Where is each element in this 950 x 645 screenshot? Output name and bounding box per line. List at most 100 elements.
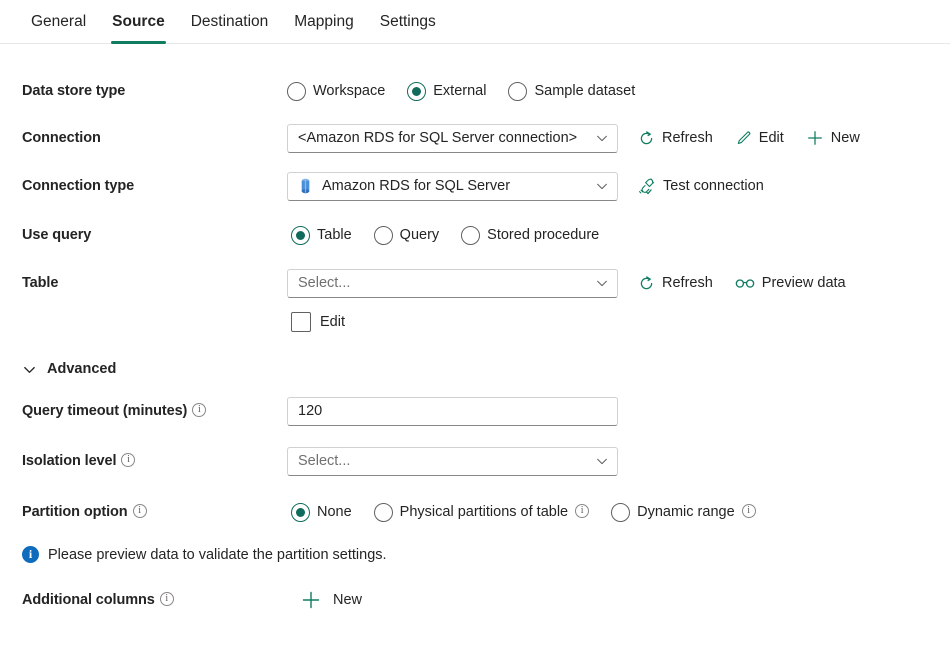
radio-label: Sample dataset [534, 83, 636, 99]
info-icon[interactable] [192, 403, 207, 417]
tab-source[interactable]: Source [99, 0, 178, 44]
radio-label: External [433, 83, 487, 99]
radio-workspace[interactable]: Workspace [287, 81, 386, 101]
refresh-icon [638, 130, 655, 147]
isolation-level-dropdown[interactable]: Select... [287, 446, 618, 476]
radio-sample-dataset[interactable]: Sample dataset [508, 81, 636, 101]
checkbox-box [291, 312, 311, 332]
radio-label: Table [317, 227, 352, 243]
chevron-down-icon [595, 179, 609, 193]
connection-new-button[interactable]: New [806, 129, 860, 147]
preview-data-button[interactable]: Preview data [735, 275, 846, 291]
command-label: Refresh [662, 130, 713, 146]
command-label: Refresh [662, 275, 713, 291]
label-text: Partition option [22, 504, 128, 520]
connection-dropdown[interactable]: <Amazon RDS for SQL Server connection> [287, 123, 618, 153]
label-isolation-level: Isolation level [22, 453, 287, 469]
radio-dynamic-range[interactable]: Dynamic range [611, 502, 756, 522]
label-text: Isolation level [22, 453, 117, 469]
label-partition-option: Partition option [22, 504, 287, 520]
label-data-store-type: Data store type [22, 83, 287, 99]
command-label: Edit [758, 130, 784, 146]
isolation-level-control: Select... [287, 446, 618, 476]
checkbox-label: Edit [320, 314, 345, 330]
label-text: Query timeout (minutes) [22, 403, 188, 419]
radio-dot [611, 502, 631, 522]
radio-group-use-query: Table Query Stored procedure [291, 225, 599, 245]
table-refresh-button[interactable]: Refresh [638, 275, 713, 292]
connection-commands: Refresh Edit New [638, 129, 860, 147]
label-use-query: Use query [22, 227, 287, 243]
radio-dot [287, 81, 306, 101]
isolation-level-value: Select... [298, 453, 351, 469]
additional-columns-control: New [301, 590, 362, 610]
radio-stored-procedure[interactable]: Stored procedure [461, 225, 599, 245]
pencil-icon [735, 130, 752, 147]
query-timeout-input[interactable]: 120 [287, 396, 618, 426]
label-text: Connection [22, 130, 101, 146]
info-icon[interactable] [575, 504, 590, 518]
connection-type-commands: Test connection [638, 177, 764, 195]
tab-destination[interactable]: Destination [178, 0, 282, 44]
additional-columns-new-button[interactable]: New [301, 590, 362, 610]
chevron-down-icon [595, 131, 609, 145]
tab-general[interactable]: General [18, 0, 99, 44]
query-timeout-value: 120 [298, 403, 323, 419]
advanced-section-toggle[interactable]: Advanced [0, 361, 950, 377]
table-commands: Refresh Preview data [638, 275, 846, 292]
radio-physical-partitions-of-table[interactable]: Physical partitions of table [373, 502, 590, 522]
chevron-down-icon [595, 454, 609, 468]
connection-type-controls: Amazon RDS for SQL Server Test connectio… [287, 171, 764, 201]
row-partition-option: Partition option None Physical partition… [0, 497, 950, 527]
radio-label: Workspace [313, 83, 386, 99]
table-edit-control: Edit [291, 312, 345, 332]
radio-none[interactable]: None [291, 502, 352, 522]
info-icon[interactable] [121, 453, 136, 467]
label-text: Connection type [22, 178, 135, 194]
command-label: New [333, 592, 363, 608]
row-table-edit: Edit [0, 307, 950, 337]
row-data-store-type: Data store type Workspace External Sampl… [0, 76, 950, 106]
refresh-icon [638, 275, 655, 292]
label-table: Table [22, 275, 287, 291]
connection-refresh-button[interactable]: Refresh [638, 130, 713, 147]
plus-icon [806, 129, 824, 147]
radio-table[interactable]: Table [291, 225, 352, 245]
table-edit-checkbox[interactable]: Edit [291, 312, 345, 332]
row-table: Table Select... Refresh Preview data [0, 268, 950, 298]
row-additional-columns: Additional columns New [0, 585, 950, 615]
info-icon[interactable] [159, 592, 174, 606]
info-filled-icon: i [22, 546, 39, 563]
tab-settings[interactable]: Settings [367, 0, 449, 44]
connection-type-value: Amazon RDS for SQL Server [322, 178, 511, 194]
tab-mapping[interactable]: Mapping [281, 0, 366, 44]
command-label: Preview data [761, 275, 846, 291]
radio-external[interactable]: External [407, 81, 487, 101]
label-text: Use query [22, 227, 92, 243]
glasses-icon [735, 275, 755, 291]
table-controls: Select... Refresh Preview data [287, 268, 846, 298]
test-connection-button[interactable]: Test connection [638, 177, 764, 195]
label-additional-columns: Additional columns [22, 592, 287, 608]
chevron-down-icon [22, 362, 37, 377]
connection-edit-button[interactable]: Edit [735, 130, 784, 147]
radio-dot-selected [291, 502, 310, 522]
radio-group-data-store-type: Workspace External Sample dataset [287, 81, 636, 101]
row-use-query: Use query Table Query Stored procedure [0, 220, 950, 250]
connection-type-dropdown[interactable]: Amazon RDS for SQL Server [287, 171, 618, 201]
row-connection: Connection <Amazon RDS for SQL Server co… [0, 123, 950, 153]
info-icon[interactable] [741, 504, 756, 518]
query-timeout-control: 120 [287, 396, 618, 426]
radio-label: None [317, 504, 352, 520]
radio-dot [508, 81, 528, 101]
row-connection-type: Connection type Amazon RDS for SQL Serve… [0, 171, 950, 201]
plug-check-icon [638, 177, 656, 195]
table-dropdown[interactable]: Select... [287, 268, 618, 298]
info-icon[interactable] [132, 504, 147, 518]
label-connection-type: Connection type [22, 178, 287, 194]
label-connection: Connection [22, 130, 287, 146]
radio-dot-selected [291, 225, 310, 245]
label-text: Additional columns [22, 592, 155, 608]
radio-query[interactable]: Query [373, 225, 439, 245]
label-text: Data store type [22, 83, 126, 99]
